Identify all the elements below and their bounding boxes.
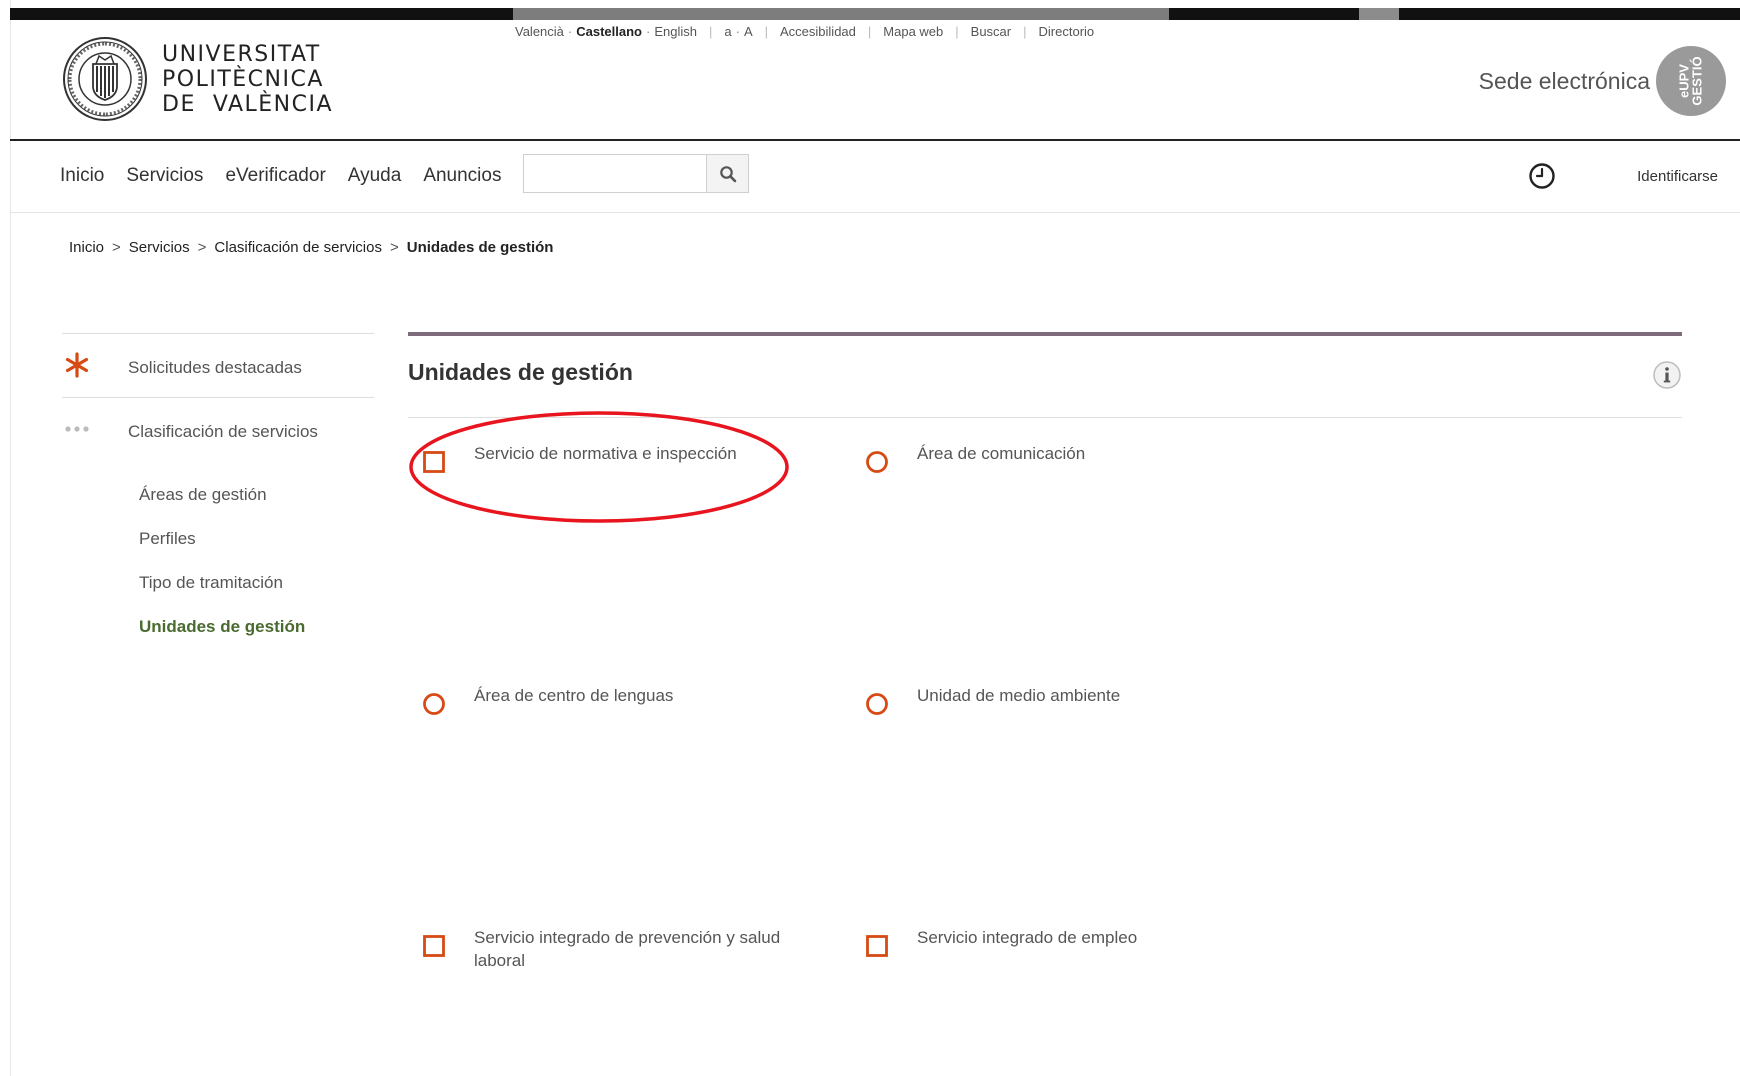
unit-item-label: Servicio integrado de empleo bbox=[917, 928, 1138, 947]
sidebar-item-solicitudes[interactable]: Solicitudes destacadas bbox=[62, 333, 374, 397]
search-button[interactable] bbox=[706, 154, 749, 193]
sidebar-sub-list: Áreas de gestión Perfiles Tipo de tramit… bbox=[62, 473, 374, 649]
nav-ayuda[interactable]: Ayuda bbox=[348, 165, 402, 187]
square-icon bbox=[423, 935, 445, 957]
sidebar-item-clasificacion[interactable]: Clasificación de servicios bbox=[62, 397, 374, 461]
lang-castellano[interactable]: Castellano bbox=[576, 24, 642, 39]
top-color-bar bbox=[10, 8, 1740, 20]
main-content: Unidades de gestión Servicio de normativ… bbox=[408, 332, 1682, 970]
sidebar-item-label: Solicitudes destacadas bbox=[128, 358, 302, 377]
nav-inicio[interactable]: Inicio bbox=[60, 165, 104, 187]
section-header: Unidades de gestión bbox=[408, 336, 1682, 418]
sidebar-subitem-areas[interactable]: Áreas de gestión bbox=[139, 473, 374, 517]
unit-item-label: Unidad de medio ambiente bbox=[917, 686, 1121, 705]
lang-valencia[interactable]: Valencià bbox=[515, 24, 564, 39]
search-box bbox=[523, 154, 749, 193]
circle-icon bbox=[866, 451, 888, 473]
link-directorio[interactable]: Directorio bbox=[1039, 24, 1095, 39]
breadcrumb-clasificacion[interactable]: Clasificación de servicios bbox=[214, 239, 382, 256]
breadcrumb-separator: > bbox=[390, 239, 399, 256]
sidebar-subitem-unidades[interactable]: Unidades de gestión bbox=[139, 605, 374, 649]
square-icon bbox=[423, 451, 445, 473]
breadcrumb-separator: > bbox=[197, 239, 207, 256]
university-logo[interactable]: UNIVERSITAT POLITÈCNICA DE VALÈNCIA bbox=[62, 36, 333, 122]
search-input[interactable] bbox=[523, 154, 706, 193]
page-title: Unidades de gestión bbox=[408, 359, 633, 385]
breadcrumb-separator: > bbox=[112, 239, 121, 256]
breadcrumb-current: Unidades de gestión bbox=[406, 239, 554, 256]
circle-icon bbox=[866, 693, 888, 715]
unit-item-label: Área de comunicación bbox=[917, 444, 1086, 463]
nav-servicios[interactable]: Servicios bbox=[126, 165, 203, 187]
utility-links: Valencià · Castellano · English | a · A … bbox=[515, 24, 1095, 39]
sidebar: Solicitudes destacadas Clasificación de … bbox=[62, 333, 374, 649]
logo-line-3: DE VALÈNCIA bbox=[162, 91, 334, 117]
circle-icon bbox=[423, 693, 445, 715]
site-header: UNIVERSITAT POLITÈCNICA DE VALÈNCIA Vale… bbox=[10, 20, 1740, 141]
breadcrumb: Inicio > Servicios > Clasificación de se… bbox=[69, 239, 553, 256]
dots-icon bbox=[62, 414, 92, 444]
search-icon bbox=[719, 165, 736, 182]
nav-anuncios[interactable]: Anuncios bbox=[423, 165, 501, 187]
university-seal-icon bbox=[63, 37, 147, 121]
link-mapa-web[interactable]: Mapa web bbox=[883, 24, 943, 39]
asterisk-icon bbox=[62, 350, 92, 380]
breadcrumb-inicio[interactable]: Inicio bbox=[69, 239, 104, 256]
university-name: UNIVERSITAT POLITÈCNICA DE VALÈNCIA bbox=[162, 42, 333, 117]
font-size-small[interactable]: a bbox=[724, 24, 731, 39]
unit-item-label: Área de centro de lenguas bbox=[474, 686, 674, 705]
main-nav: Inicio Servicios eVerificador Ayuda Anun… bbox=[10, 143, 1740, 213]
logo-line-2: POLITÈCNICA bbox=[162, 66, 324, 92]
sede-electronica-label: Sede electrónica bbox=[1478, 68, 1650, 94]
clock-icon[interactable] bbox=[1527, 161, 1557, 191]
sidebar-item-label: Clasificación de servicios bbox=[128, 422, 318, 441]
square-icon bbox=[866, 935, 888, 957]
link-accesibilidad[interactable]: Accesibilidad bbox=[780, 24, 856, 39]
badge-bottom-text: GESTIÓ bbox=[1690, 56, 1705, 106]
unit-item-label: Servicio integrado de prevención y salud… bbox=[474, 928, 781, 970]
unit-item-label: Servicio de normativa e inspección bbox=[474, 444, 737, 463]
link-buscar[interactable]: Buscar bbox=[971, 24, 1011, 39]
info-icon[interactable] bbox=[1652, 360, 1682, 390]
logo-line-1: UNIVERSITAT bbox=[162, 41, 321, 67]
lang-english[interactable]: English bbox=[654, 24, 697, 39]
sidebar-subitem-tipo[interactable]: Tipo de tramitación bbox=[139, 561, 374, 605]
login-link[interactable]: Identificarse bbox=[1637, 168, 1718, 185]
nav-everificador[interactable]: eVerificador bbox=[225, 165, 325, 187]
breadcrumb-servicios[interactable]: Servicios bbox=[129, 239, 190, 256]
egestio-badge[interactable]: eUPV GESTIÓ bbox=[1656, 46, 1726, 116]
sidebar-subitem-perfiles[interactable]: Perfiles bbox=[139, 517, 374, 561]
font-size-large[interactable]: A bbox=[744, 24, 753, 39]
